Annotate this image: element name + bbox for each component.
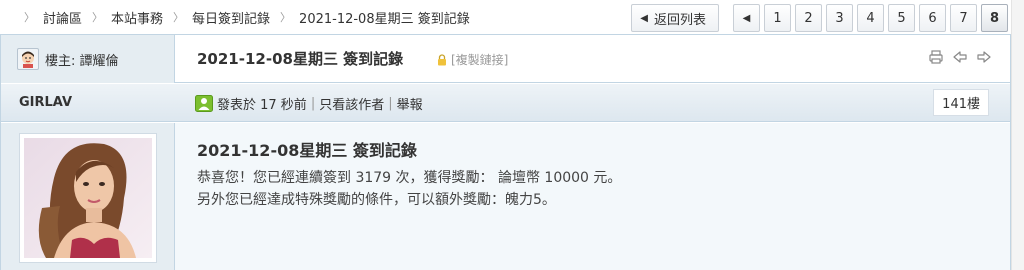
- post-content-line: 另外您已經達成特殊獎勵的條件，可以額外獎勵：魄力5。: [197, 192, 556, 208]
- thread-op-cell: 樓主: 譚耀倫: [1, 35, 175, 83]
- breadcrumb-item-site-affairs[interactable]: 本站事務: [111, 8, 163, 27]
- back-to-list-button[interactable]: ◀ 返回列表: [631, 4, 719, 32]
- post-author-column: [1, 123, 175, 270]
- post-content-line: 恭喜您！您已經連續簽到 3179 次，獲得獎勵： 論壇幣 10000 元。: [197, 170, 622, 186]
- vertical-scrollbar[interactable]: [1011, 0, 1024, 270]
- page-button-3[interactable]: 3: [826, 4, 853, 32]
- divider: |: [310, 96, 316, 111]
- copy-link-button[interactable]: [複製鏈接]: [437, 51, 508, 68]
- chevron-right-icon: 〉: [280, 11, 292, 24]
- breadcrumb-item-daily-checkin[interactable]: 每日簽到記錄: [192, 8, 270, 27]
- prev-page-button[interactable]: ◀: [733, 4, 760, 32]
- breadcrumb: 〉 討論區 〉 本站事務 〉 每日簽到記錄 〉 2021-12-08星期三 簽到…: [0, 0, 620, 34]
- post-body: 2021-12-08星期三 簽到記錄 恭喜您！您已經連續簽到 3179 次，獲得…: [1, 123, 1010, 270]
- post-meta-info: 發表於 17 秒前 | 只看該作者 | 舉報: [195, 94, 423, 113]
- post-time: 發表於 17 秒前: [217, 98, 307, 113]
- page-button-7[interactable]: 7: [950, 4, 977, 32]
- post-floor-number[interactable]: 141樓: [933, 89, 989, 116]
- post-author-name[interactable]: GIRLAV: [19, 95, 72, 110]
- thread-title: 2021-12-08星期三 簽到記錄: [197, 50, 404, 68]
- online-status-icon: [195, 95, 213, 112]
- op-avatar-icon[interactable]: [17, 48, 39, 70]
- page-button-5[interactable]: 5: [888, 4, 915, 32]
- lock-icon: [438, 53, 446, 65]
- page-button-1[interactable]: 1: [764, 4, 791, 32]
- page-button-current[interactable]: 8: [981, 4, 1008, 32]
- page-button-6[interactable]: 6: [919, 4, 946, 32]
- chevron-right-icon: 〉: [92, 11, 104, 24]
- post-title: 2021-12-08星期三 簽到記錄: [197, 141, 417, 160]
- back-to-list-label: 返回列表: [653, 12, 706, 28]
- triangle-left-icon: ◀: [640, 12, 648, 24]
- page-button-2[interactable]: 2: [795, 4, 822, 32]
- thread-op-label[interactable]: 樓主: 譚耀倫: [45, 50, 119, 69]
- divider: |: [388, 96, 393, 111]
- breadcrumb-item-forum[interactable]: 討論區: [43, 8, 82, 27]
- arrow-left-icon[interactable]: [952, 49, 968, 65]
- arrow-right-icon[interactable]: [976, 49, 992, 65]
- page-button-4[interactable]: 4: [857, 4, 884, 32]
- breadcrumb-item-current-thread[interactable]: 2021-12-08星期三 簽到記錄: [299, 8, 470, 27]
- post-content: 恭喜您！您已經連續簽到 3179 次，獲得獎勵： 論壇幣 10000 元。 另外…: [197, 167, 621, 211]
- post-meta-bar: GIRLAV 發表於 17 秒前 | 只看該作者 | 舉報 141樓: [1, 84, 1010, 122]
- copy-link-label: [複製鏈接]: [451, 53, 509, 67]
- pagination: ◀ 返回列表 ◀ 1 2 3 4 5 6 7 8: [631, 4, 1008, 32]
- avatar[interactable]: [19, 133, 157, 263]
- triangle-left-icon: ◀: [742, 12, 751, 24]
- only-author-link[interactable]: 只看該作者: [319, 94, 384, 113]
- thread-header: 樓主: 譚耀倫 2021-12-08星期三 簽到記錄 [複製鏈接]: [1, 35, 1010, 83]
- report-link[interactable]: 舉報: [397, 94, 423, 113]
- print-icon[interactable]: [928, 49, 944, 65]
- thread-tools: [928, 49, 992, 65]
- thread-table: 樓主: 譚耀倫 2021-12-08星期三 簽到記錄 [複製鏈接] GIRLAV…: [0, 34, 1011, 270]
- chevron-right-icon: 〉: [173, 11, 185, 24]
- chevron-right-icon: 〉: [24, 11, 35, 24]
